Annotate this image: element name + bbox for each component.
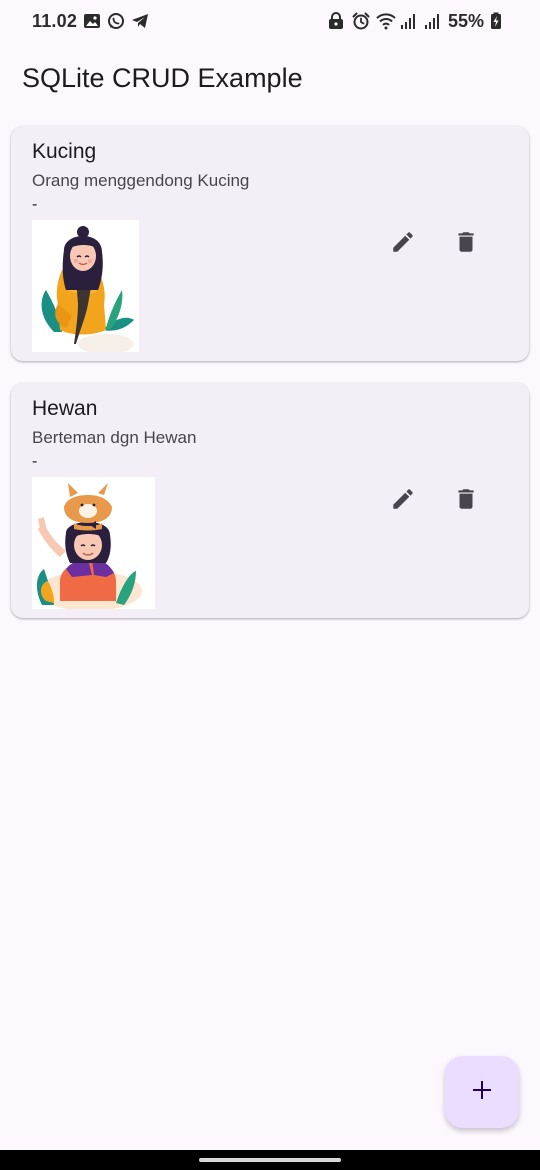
wifi-icon: [376, 12, 396, 30]
status-left: 11.02: [32, 11, 149, 32]
delete-icon: [453, 229, 479, 260]
gallery-icon: [83, 12, 101, 30]
item-description: Berteman dgn Hewan: [32, 428, 197, 447]
signal-icon: [400, 12, 418, 30]
status-bar: 11.02 55%: [0, 0, 540, 42]
list-item[interactable]: Hewan Berteman dgn Hewan -: [11, 383, 529, 618]
woman-holding-cat-image: [32, 220, 139, 352]
battery-percentage: 55%: [447, 10, 484, 31]
list-item[interactable]: Kucing Orang menggendong Kucing -: [11, 126, 529, 361]
girl-with-cat-image: [32, 477, 155, 609]
item-title: Kucing: [32, 140, 97, 163]
system-nav-bar: [0, 1150, 540, 1170]
app-bar: SQLite CRUD Example: [0, 42, 540, 114]
whatsapp-icon: [107, 12, 125, 30]
home-gesture-handle[interactable]: [199, 1158, 341, 1162]
lock-icon: [328, 12, 346, 30]
status-right: 55%: [328, 11, 508, 32]
alarm-icon: [352, 12, 370, 30]
app-screen: 11.02 55% SQLite CRUD Example Kucing Ora…: [0, 0, 540, 1170]
add-item-button[interactable]: [445, 1056, 519, 1128]
plus-icon: [470, 1078, 494, 1107]
edit-icon: [390, 486, 416, 517]
item-title: Hewan: [32, 397, 98, 420]
telegram-icon: [131, 12, 149, 30]
battery-charging-icon: [490, 12, 508, 30]
page-title: SQLite CRUD Example: [22, 62, 303, 93]
item-extra: -: [32, 196, 38, 213]
delete-icon: [453, 486, 479, 517]
edit-button[interactable]: [383, 224, 423, 264]
edit-icon: [390, 229, 416, 260]
edit-button[interactable]: [383, 481, 423, 521]
delete-button[interactable]: [446, 481, 486, 521]
status-time: 11.02: [32, 10, 78, 31]
item-description: Orang menggendong Kucing: [32, 171, 250, 190]
signal-icon: [424, 12, 442, 30]
delete-button[interactable]: [446, 224, 486, 264]
item-extra: -: [32, 453, 38, 470]
